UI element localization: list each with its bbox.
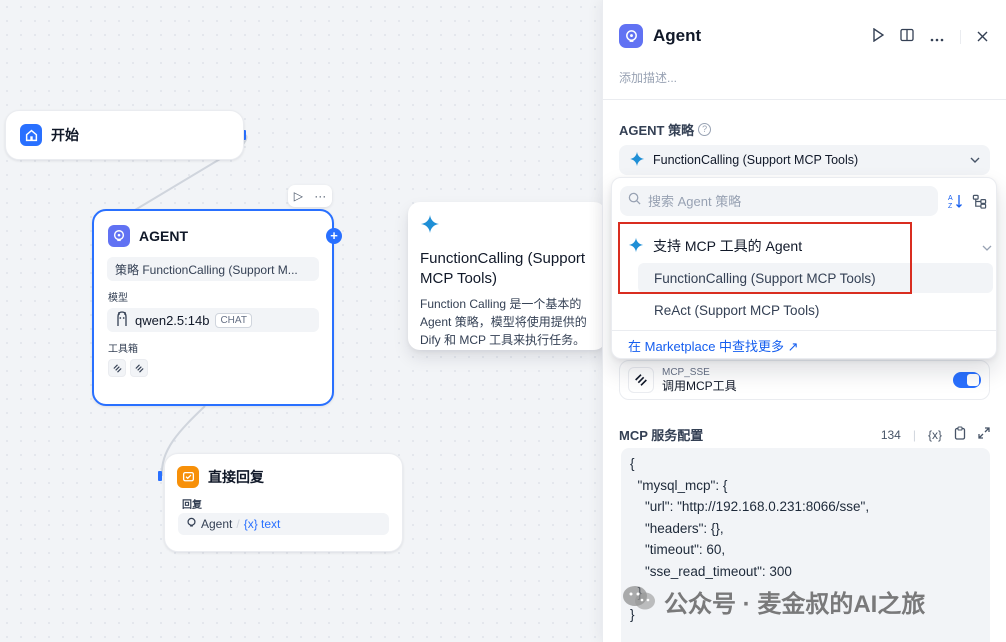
reply-icon: [177, 466, 199, 488]
tools-label: 工具箱: [108, 344, 138, 355]
search-icon: [628, 192, 641, 210]
strategy-search-input[interactable]: [648, 193, 928, 209]
sort-az-icon[interactable]: AZ: [944, 188, 966, 214]
more-icon[interactable]: [930, 29, 944, 45]
strategy-select-value: FunctionCalling (Support MCP Tools): [653, 153, 859, 167]
svg-text:Z: Z: [948, 203, 953, 209]
strategy-select[interactable]: FunctionCalling (Support MCP Tools): [619, 145, 990, 175]
reply-var-name: {x} text: [243, 517, 281, 531]
panel-divider: [603, 99, 1006, 100]
close-icon[interactable]: [977, 29, 988, 45]
panel-actions: [872, 27, 988, 45]
reply-node-title: 直接回复: [208, 469, 264, 485]
add-node-button[interactable]: +: [326, 228, 342, 244]
start-node[interactable]: 开始: [5, 110, 244, 160]
mcp-tool-icon: [130, 359, 148, 377]
marketplace-link[interactable]: 在 Marketplace 中查找更多 ↗: [612, 330, 996, 360]
chevron-down-icon: [982, 238, 992, 254]
play-icon[interactable]: [872, 27, 885, 45]
node-mini-toolbar: ▷ ···: [288, 185, 332, 207]
watermark-text: 公众号 · 麦金叔的AI之旅: [664, 591, 926, 618]
tool-text: MCP_SSE 调用MCP工具: [662, 367, 737, 394]
tool-chips: [108, 359, 318, 377]
agent-brain-icon: [108, 225, 130, 247]
mcp-config-header: MCP 服务配置 134 | {x}: [619, 425, 990, 444]
char-count: 134: [880, 427, 901, 442]
mcp-config-tools: 134 | {x}: [881, 426, 990, 443]
reply-node[interactable]: 直接回复 回复 Agent / {x} text: [164, 453, 403, 552]
chevron-down-icon: [970, 154, 980, 166]
strategy-option-react[interactable]: ReAct (Support MCP Tools): [638, 295, 993, 325]
model-label: 模型: [108, 293, 128, 304]
actions-divider: [960, 29, 961, 44]
mcp-tool-card[interactable]: MCP_SSE 调用MCP工具: [619, 360, 990, 400]
agent-node-title: AGENT: [139, 228, 188, 244]
mcp-config-title: MCP 服务配置: [619, 428, 704, 443]
reply-var-source: Agent: [201, 517, 233, 531]
agent-brain-icon: [619, 24, 643, 48]
reply-variable: Agent / {x} text: [178, 513, 389, 535]
model-mode-badge: CHAT: [215, 312, 252, 328]
mcp-tool-icon: [108, 359, 126, 377]
agent-strategy-pill: 策略 FunctionCalling (Support M...: [107, 257, 319, 281]
reply-var-separator: /: [236, 517, 240, 531]
mcp-tool-icon: [628, 367, 654, 393]
split-view-icon[interactable]: [900, 28, 914, 45]
home-icon: [20, 124, 42, 146]
annotation-highlight: [618, 222, 912, 294]
wechat-icon: [622, 584, 656, 619]
tool-provider: MCP_SSE: [662, 366, 710, 378]
node-more-button[interactable]: ···: [314, 189, 326, 203]
start-node-title: 开始: [51, 127, 79, 143]
strategy-search: [620, 186, 938, 216]
copy-icon[interactable]: [954, 426, 966, 443]
strategy-label-text: AGENT 策略: [619, 123, 695, 138]
sparkle-icon: [420, 215, 440, 238]
model-name: qwen2.5:14b: [135, 312, 210, 328]
insert-variable-button[interactable]: {x}: [928, 428, 942, 442]
agent-small-icon: [186, 517, 197, 531]
reply-label: 回复: [182, 500, 202, 511]
expand-icon[interactable]: [978, 427, 990, 442]
watermark: 公众号 · 麦金叔的AI之旅: [622, 584, 925, 619]
strategy-tooltip: FunctionCalling (Support MCP Tools) Func…: [408, 202, 606, 350]
tools-divider: |: [912, 427, 916, 442]
agent-node[interactable]: AGENT 策略 FunctionCalling (Support M... 模…: [92, 209, 334, 406]
panel-title: Agent: [653, 26, 702, 45]
run-node-button[interactable]: ▷: [294, 189, 303, 203]
panel-description[interactable]: 添加描述...: [619, 69, 677, 86]
sparkle-icon: [629, 151, 645, 170]
help-icon[interactable]: ?: [698, 123, 712, 136]
tool-enable-toggle[interactable]: [953, 372, 981, 388]
tree-view-icon[interactable]: [968, 188, 990, 214]
tool-name: 调用MCP工具: [662, 378, 737, 393]
tooltip-description: Function Calling 是一个基本的 Agent 策略，模型将使用提供…: [420, 297, 587, 347]
strategy-section-label: AGENT 策略 ?: [619, 120, 712, 139]
svg-text:A: A: [948, 195, 953, 202]
ollama-icon: [115, 310, 129, 330]
tooltip-title: FunctionCalling (Support MCP Tools): [420, 250, 586, 287]
model-row: qwen2.5:14b CHAT: [107, 308, 319, 332]
